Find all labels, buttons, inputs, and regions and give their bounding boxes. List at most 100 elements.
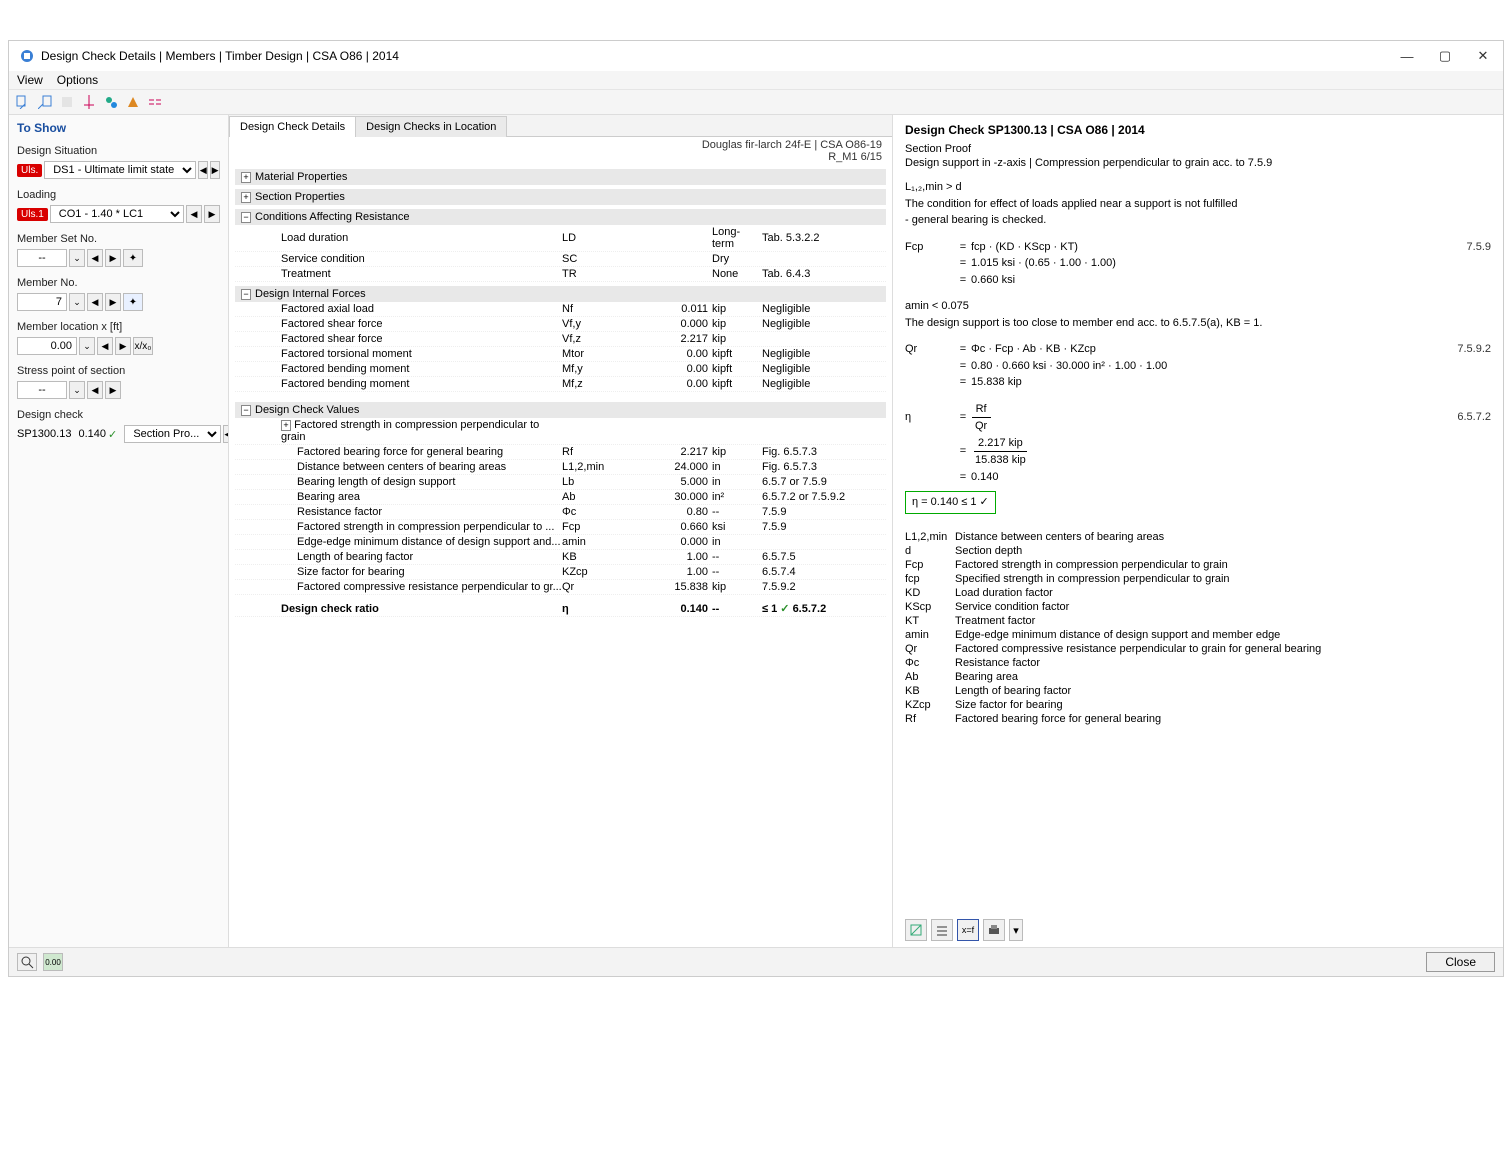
subgroup-fcp[interactable]: + Factored strength in compression perpe… <box>235 418 886 445</box>
dc-id: SP1300.13 <box>17 428 71 440</box>
row-ref: Fig. 6.5.7.3 <box>762 446 882 458</box>
row-sym: L1,2,min <box>562 461 632 473</box>
print-icon[interactable] <box>983 919 1005 941</box>
legend-desc: Specified strength in compression perpen… <box>955 573 1491 585</box>
member-no-input[interactable] <box>17 293 67 311</box>
minimize-button[interactable]: — <box>1397 49 1417 64</box>
ms-prev-button[interactable]: ◀ <box>87 249 103 267</box>
member-set-input[interactable] <box>17 249 67 267</box>
expand-icon[interactable]: + <box>241 172 251 183</box>
row-val: 30.000 <box>632 491 712 503</box>
group-conditions[interactable]: −Conditions Affecting Resistance <box>235 209 886 225</box>
maximize-button[interactable]: ▢ <box>1435 48 1455 64</box>
row-name: Service condition <box>263 253 562 265</box>
dc-type-select[interactable]: Section Pro... <box>124 425 221 443</box>
ds-next-button[interactable]: ▶ <box>210 161 220 179</box>
table-row: Factored axial loadNf0.011kipNegligible <box>235 302 886 317</box>
collapse-icon[interactable]: − <box>241 405 251 416</box>
row-unit: kip <box>712 446 762 458</box>
sp-dropdown[interactable]: ⌄ <box>69 381 85 399</box>
legend-sym: d <box>905 545 955 557</box>
close-button[interactable]: Close <box>1426 952 1495 972</box>
row-sym: KZcp <box>562 566 632 578</box>
mn-prev-button[interactable]: ◀ <box>87 293 103 311</box>
row-sym: SC <box>562 253 632 265</box>
table-row: Resistance factorΦc0.80--7.5.9 <box>235 505 886 520</box>
row-name: Factored shear force <box>263 333 562 345</box>
close-window-button[interactable]: ✕ <box>1473 48 1493 64</box>
window-title: Design Check Details | Members | Timber … <box>41 49 1397 63</box>
row-sym: Vf,y <box>562 318 632 330</box>
ml-next-button[interactable]: ▶ <box>115 337 131 355</box>
co-prev-button[interactable]: ◀ <box>186 205 202 223</box>
menu-options[interactable]: Options <box>57 73 98 87</box>
ms-next-button[interactable]: ▶ <box>105 249 121 267</box>
bottom-icon-1[interactable] <box>17 953 37 971</box>
member-loc-input[interactable] <box>17 337 77 355</box>
mn-next-button[interactable]: ▶ <box>105 293 121 311</box>
tool-icon-1[interactable] <box>13 92 33 112</box>
row-ref: Negligible <box>762 318 882 330</box>
row-unit: kipft <box>712 378 762 390</box>
sp-next-button[interactable]: ▶ <box>105 381 121 399</box>
legend-row: dSection depth <box>905 544 1491 558</box>
legend-sym: Fcp <box>905 559 955 571</box>
ml-prev-button[interactable]: ◀ <box>97 337 113 355</box>
row-name: Factored shear force <box>263 318 562 330</box>
rf-icon-3[interactable]: x=f <box>957 919 979 941</box>
rf-icon-1[interactable] <box>905 919 927 941</box>
group-checks[interactable]: −Design Check Values <box>235 402 886 418</box>
menu-view[interactable]: View <box>17 73 43 87</box>
mn-dropdown[interactable]: ⌄ <box>69 293 85 311</box>
row-val: 1.00 <box>632 551 712 563</box>
tool-icon-4[interactable] <box>79 92 99 112</box>
row-unit: kip <box>712 333 762 345</box>
group-material[interactable]: +Material Properties <box>235 169 886 185</box>
tool-icon-6[interactable] <box>123 92 143 112</box>
tool-icon-3[interactable] <box>57 92 77 112</box>
row-name: Factored bending moment <box>263 378 562 390</box>
ratio-row: Design check ratio η 0.140 -- ≤ 1 ✓ 6.5.… <box>235 601 886 617</box>
group-section[interactable]: +Section Properties <box>235 189 886 205</box>
collapse-icon[interactable]: − <box>241 212 251 223</box>
row-unit: kipft <box>712 348 762 360</box>
row-val: 15.838 <box>632 581 712 593</box>
row-name: Edge-edge minimum distance of design sup… <box>263 536 562 548</box>
bottombar: 0.00 Close <box>9 947 1503 976</box>
legend-desc: Treatment factor <box>955 615 1491 627</box>
xx0-button[interactable]: x/x₀ <box>133 337 153 355</box>
row-name: Resistance factor <box>263 506 562 518</box>
tree-pane[interactable]: +Material Properties +Section Properties… <box>229 165 892 947</box>
group-forces[interactable]: −Design Internal Forces <box>235 286 886 302</box>
row-sym: KB <box>562 551 632 563</box>
collapse-icon[interactable]: − <box>241 289 251 300</box>
row-name: Length of bearing factor <box>263 551 562 563</box>
table-row: Service conditionSCDry <box>235 252 886 267</box>
row-val: 24.000 <box>632 461 712 473</box>
loading-select[interactable]: CO1 - 1.40 * LC1 <box>50 205 184 223</box>
bottom-icon-2[interactable]: 0.00 <box>43 953 63 971</box>
row-name: Factored axial load <box>263 303 562 315</box>
ms-pick-icon[interactable]: ✦ <box>123 249 143 267</box>
dc-ratio: 0.140 <box>79 428 107 440</box>
row-name: Treatment <box>263 268 562 280</box>
design-situation-select[interactable]: DS1 - Ultimate limit state <box>44 161 196 179</box>
rf-dropdown-icon[interactable]: ▾ <box>1009 919 1023 941</box>
tool-icon-2[interactable] <box>35 92 55 112</box>
tab-location[interactable]: Design Checks in Location <box>355 116 507 137</box>
ml-dropdown[interactable]: ⌄ <box>79 337 95 355</box>
expand-icon[interactable]: + <box>241 192 251 203</box>
tool-icon-5[interactable] <box>101 92 121 112</box>
legend-sym: KZcp <box>905 699 955 711</box>
rf-icon-2[interactable] <box>931 919 953 941</box>
row-unit: None <box>712 268 762 280</box>
row-name: Bearing length of design support <box>263 476 562 488</box>
sp-prev-button[interactable]: ◀ <box>87 381 103 399</box>
stress-point-input[interactable] <box>17 381 67 399</box>
tab-details[interactable]: Design Check Details <box>229 116 356 137</box>
mn-pick-icon[interactable]: ✦ <box>123 293 143 311</box>
co-next-button[interactable]: ▶ <box>204 205 220 223</box>
tool-icon-7[interactable] <box>145 92 165 112</box>
ds-prev-button[interactable]: ◀ <box>198 161 208 179</box>
ms-dropdown[interactable]: ⌄ <box>69 249 85 267</box>
